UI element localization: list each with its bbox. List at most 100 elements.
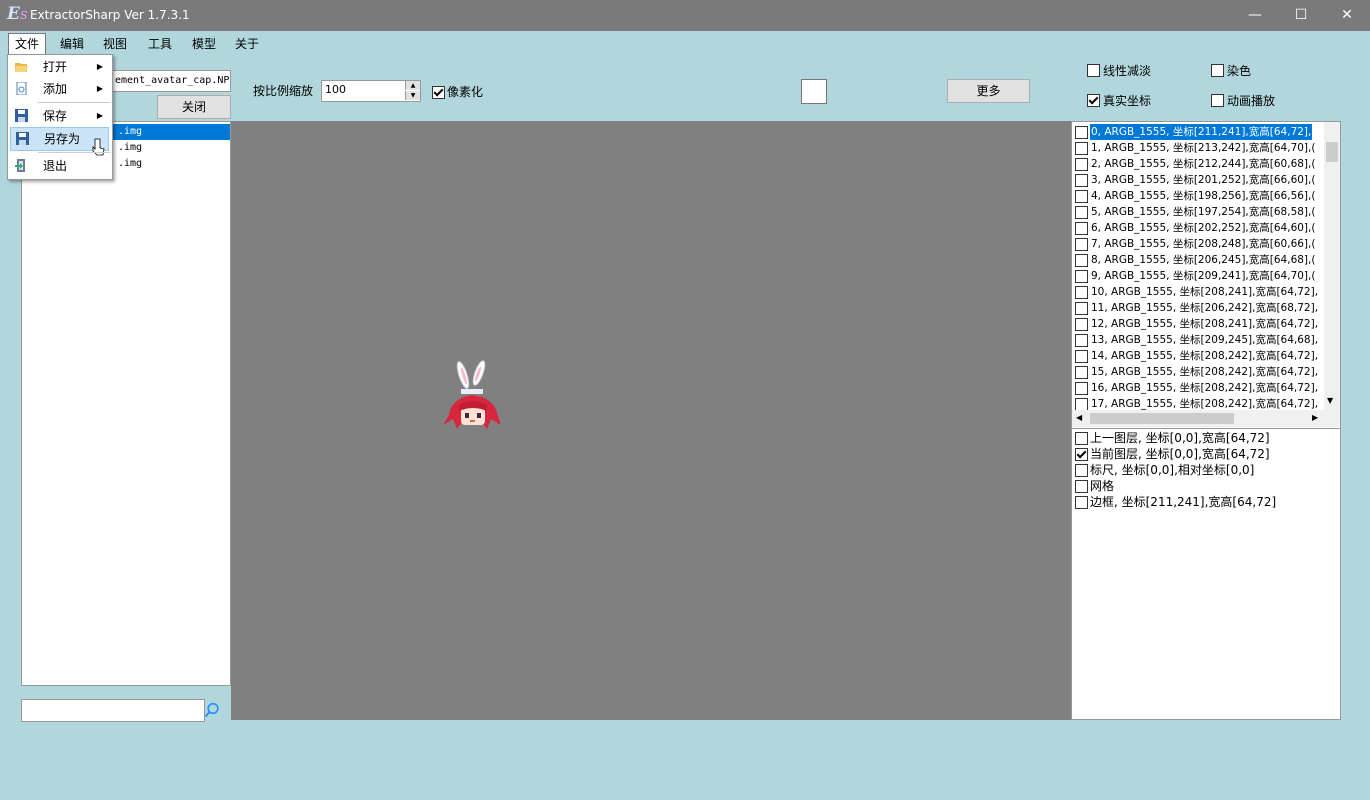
frame-list-item[interactable]: 15, ARGB_1555, 坐标[208,242],宽高[64,72], (1072, 364, 1324, 380)
frame-list-item[interactable]: 9, ARGB_1555, 坐标[209,241],宽高[64,70],( (1072, 268, 1324, 284)
frame-checkbox[interactable] (1075, 286, 1088, 299)
frame-list-item[interactable]: 14, ARGB_1555, 坐标[208,242],宽高[64,72], (1072, 348, 1324, 364)
frame-label: 8, ARGB_1555, 坐标[206,245],宽高[64,68],( (1091, 254, 1316, 266)
search-icon[interactable] (204, 702, 220, 718)
frame-list-item[interactable]: 3, ARGB_1555, 坐标[201,252],宽高[66,60],( (1072, 172, 1324, 188)
frame-list-item[interactable]: 5, ARGB_1555, 坐标[197,254],宽高[68,58],( (1072, 204, 1324, 220)
close-window-button[interactable]: ✕ (1324, 0, 1370, 31)
frame-list-item[interactable]: 16, ARGB_1555, 坐标[208,242],宽高[64,72], (1072, 380, 1324, 396)
layer-checkbox[interactable] (1075, 448, 1088, 461)
scroll-left-icon[interactable]: ◀ (1076, 413, 1082, 422)
layer-checkbox[interactable] (1075, 480, 1088, 493)
layer-list-item[interactable]: 当前图层, 坐标[0,0],宽高[64,72] (1072, 446, 1340, 462)
frame-list-item[interactable]: 1, ARGB_1555, 坐标[213,242],宽高[64,70],( (1072, 140, 1324, 156)
layer-checkbox[interactable] (1075, 464, 1088, 477)
vscroll-thumb[interactable] (1326, 142, 1338, 162)
frame-label: 9, ARGB_1555, 坐标[209,241],宽高[64,70],( (1091, 270, 1316, 282)
frame-label: 6, ARGB_1555, 坐标[202,252],宽高[64,60],( (1091, 222, 1316, 234)
maximize-button[interactable]: ☐ (1278, 0, 1324, 31)
frame-checkbox[interactable] (1075, 382, 1088, 395)
frame-checkbox[interactable] (1075, 126, 1088, 139)
menu-edit[interactable]: 编辑 (54, 34, 90, 54)
layer-list[interactable]: 上一图层, 坐标[0,0],宽高[64,72] 当前图层, 坐标[0,0],宽高[… (1071, 428, 1341, 720)
layer-list-item[interactable]: 边框, 坐标[211,241],宽高[64,72] (1072, 494, 1340, 510)
frame-list-item[interactable]: 2, ARGB_1555, 坐标[212,244],宽高[60,68],( (1072, 156, 1324, 172)
menu-model[interactable]: 模型 (186, 34, 222, 54)
frame-checkbox[interactable] (1075, 334, 1088, 347)
frame-list-item[interactable]: 7, ARGB_1555, 坐标[208,248],宽高[60,66],( (1072, 236, 1324, 252)
layer-list-item[interactable]: 网格 (1072, 478, 1340, 494)
frame-checkbox[interactable] (1075, 158, 1088, 171)
animation-label: 动画播放 (1227, 94, 1276, 108)
real-coords-label: 真实坐标 (1103, 94, 1152, 108)
more-button[interactable]: 更多 (947, 79, 1030, 103)
menu-open[interactable]: 打开 ▶ (10, 56, 109, 78)
menu-save[interactable]: 保存 ▶ (10, 105, 109, 127)
menu-tools[interactable]: 工具 (142, 34, 178, 54)
linear-fade-checkbox[interactable] (1087, 64, 1100, 77)
frame-label: 1, ARGB_1555, 坐标[213,242],宽高[64,70],( (1091, 142, 1316, 154)
file-path-field[interactable]: ement_avatar_cap.NPK (110, 70, 231, 92)
frame-checkbox[interactable] (1075, 142, 1088, 155)
frame-checkbox[interactable] (1075, 190, 1088, 203)
menu-file[interactable]: 文件 (8, 33, 47, 54)
frame-list-item[interactable]: 10, ARGB_1555, 坐标[208,241],宽高[64,72], (1072, 284, 1324, 300)
frame-checkbox[interactable] (1075, 302, 1088, 315)
scale-label: 按比例缩放 (253, 84, 314, 98)
layer-label: 标尺, 坐标[0,0],相对坐标[0,0] (1090, 463, 1255, 477)
scale-value[interactable]: 100 (325, 83, 346, 96)
frame-list-item[interactable]: 12, ARGB_1555, 坐标[208,241],宽高[64,72], (1072, 316, 1324, 332)
frame-list-item[interactable]: 8, ARGB_1555, 坐标[206,245],宽高[64,68],( (1072, 252, 1324, 268)
menu-add[interactable]: 添加 ▶ (10, 78, 109, 100)
preview-canvas[interactable] (231, 121, 1071, 720)
frame-checkbox[interactable] (1075, 222, 1088, 235)
real-coords-checkbox[interactable] (1087, 94, 1100, 107)
layer-label: 边框, 坐标[211,241],宽高[64,72] (1090, 495, 1277, 509)
spin-down-icon[interactable]: ▼ (405, 91, 420, 100)
frame-label: 2, ARGB_1555, 坐标[212,244],宽高[60,68],( (1091, 158, 1316, 170)
submenu-arrow-icon: ▶ (96, 111, 103, 120)
hscroll-thumb[interactable] (1090, 413, 1234, 424)
frame-checkbox[interactable] (1075, 238, 1088, 251)
menu-save-as[interactable]: 另存为 (10, 127, 109, 156)
scale-spinner[interactable]: 100 ▲ ▼ (321, 80, 421, 102)
frame-checkbox[interactable] (1075, 350, 1088, 363)
menu-view[interactable]: 视图 (97, 34, 133, 54)
pixelate-checkbox[interactable] (432, 86, 445, 99)
frame-list-item[interactable]: 0, ARGB_1555, 坐标[211,241],宽高[64,72], (1072, 124, 1324, 140)
frame-checkbox[interactable] (1075, 270, 1088, 283)
frame-list-item[interactable]: 11, ARGB_1555, 坐标[206,242],宽高[68,72], (1072, 300, 1324, 316)
dye-label: 染色 (1227, 64, 1252, 78)
frame-list[interactable]: 0, ARGB_1555, 坐标[211,241],宽高[64,72], 1, A… (1071, 121, 1341, 429)
spin-up-icon[interactable]: ▲ (405, 81, 420, 90)
layer-checkbox[interactable] (1075, 432, 1088, 445)
frame-label: 3, ARGB_1555, 坐标[201,252],宽高[66,60],( (1091, 174, 1316, 186)
frame-list-vscrollbar[interactable] (1324, 122, 1340, 410)
layer-list-item[interactable]: 标尺, 坐标[0,0],相对坐标[0,0] (1072, 462, 1340, 478)
frame-list-item[interactable]: 4, ARGB_1555, 坐标[198,256],宽高[66,56],( (1072, 188, 1324, 204)
color-swatch[interactable] (801, 79, 827, 104)
bunny-girl-sprite-icon (443, 360, 501, 429)
close-file-button[interactable]: 关闭 (157, 95, 231, 119)
menu-about[interactable]: 关于 (229, 34, 265, 54)
window-title: ExtractorSharp Ver 1.7.3.1 (30, 8, 190, 22)
frame-list-item[interactable]: 13, ARGB_1555, 坐标[209,245],宽高[64,68], (1072, 332, 1324, 348)
scroll-down-icon[interactable]: ▼ (1327, 396, 1333, 405)
layer-checkbox[interactable] (1075, 496, 1088, 509)
dye-checkbox[interactable] (1211, 64, 1224, 77)
layer-list-item[interactable]: 上一图层, 坐标[0,0],宽高[64,72] (1072, 430, 1340, 446)
frame-label: 0, ARGB_1555, 坐标[211,241],宽高[64,72], (1090, 124, 1313, 140)
frame-checkbox[interactable] (1075, 254, 1088, 267)
frame-list-item[interactable]: 6, ARGB_1555, 坐标[202,252],宽高[64,60],( (1072, 220, 1324, 236)
scroll-right-icon[interactable]: ▶ (1312, 413, 1318, 422)
folder-open-icon (15, 63, 28, 72)
frame-checkbox[interactable] (1075, 174, 1088, 187)
frame-checkbox[interactable] (1075, 318, 1088, 331)
img-file-list[interactable]: .img .img .img (21, 121, 231, 686)
minimize-button[interactable]: — (1232, 0, 1278, 31)
frame-checkbox[interactable] (1075, 206, 1088, 219)
search-input[interactable] (21, 699, 205, 722)
menu-exit[interactable]: 退出 (10, 155, 109, 177)
frame-checkbox[interactable] (1075, 366, 1088, 379)
animation-checkbox[interactable] (1211, 94, 1224, 107)
